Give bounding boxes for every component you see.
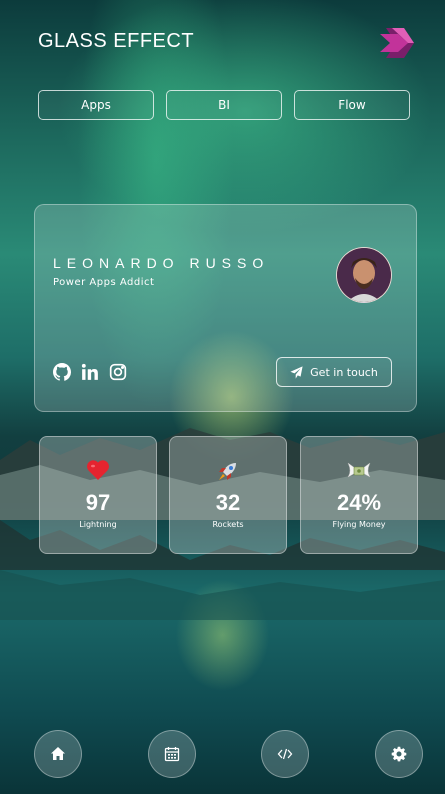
stat-value: 97 <box>85 490 111 515</box>
heart-icon <box>40 459 156 485</box>
profile-card: LEONARDO RUSSO Power Apps Addict Get in … <box>34 204 417 412</box>
github-icon[interactable] <box>53 363 71 381</box>
stat-value: 32 <box>215 490 241 515</box>
code-icon <box>277 748 293 760</box>
stat-label: Lightning <box>79 520 117 529</box>
get-in-touch-label: Get in touch <box>310 365 378 379</box>
stat-label: Flying Money <box>332 520 386 529</box>
flying-money-icon <box>301 459 417 485</box>
stat-card-flying-money: 24% Flying Money <box>300 436 418 554</box>
stat-value: 24% <box>336 490 382 515</box>
tab-flow[interactable]: Flow <box>294 90 410 120</box>
avatar <box>336 247 392 303</box>
social-links <box>53 363 127 381</box>
tab-bi[interactable]: BI <box>166 90 282 120</box>
rocket-icon <box>170 459 286 485</box>
settings-button[interactable] <box>375 730 423 778</box>
calendar-button[interactable] <box>148 730 196 778</box>
code-button[interactable] <box>261 730 309 778</box>
stat-label: Rockets <box>212 520 244 529</box>
home-icon <box>51 747 65 760</box>
tab-apps[interactable]: Apps <box>38 90 154 120</box>
calendar-icon <box>164 747 180 762</box>
settings-icon <box>391 746 407 762</box>
paper-plane-icon <box>290 365 303 379</box>
power-apps-logo-icon[interactable] <box>378 24 418 62</box>
profile-name: LEONARDO RUSSO <box>53 255 270 271</box>
linkedin-icon[interactable] <box>81 363 99 381</box>
stat-card-rockets: 32 Rockets <box>169 436 287 554</box>
profile-subtitle: Power Apps Addict <box>53 277 155 288</box>
get-in-touch-button[interactable]: Get in touch <box>276 357 392 387</box>
page-title: GLASS EFFECT <box>38 30 195 52</box>
home-button[interactable] <box>34 730 82 778</box>
instagram-icon[interactable] <box>109 363 127 381</box>
stat-card-lightning: 97 Lightning <box>39 436 157 554</box>
tab-bar: Apps BI Flow <box>38 90 410 120</box>
